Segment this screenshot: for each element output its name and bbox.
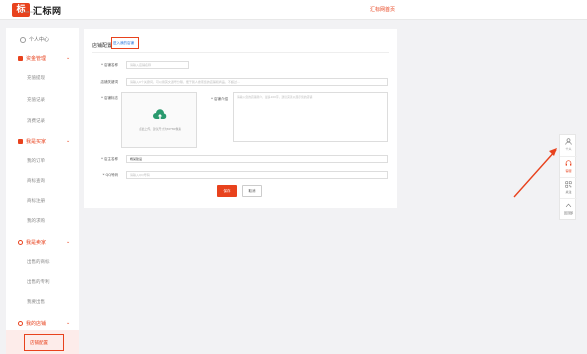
sidebar-group-label: 资金管理 (26, 56, 47, 62)
cart-icon (18, 139, 23, 144)
float-item-service[interactable]: 客服 (560, 156, 577, 177)
person-icon (565, 138, 572, 145)
shop-name-input[interactable]: 请输入店铺名称 (126, 61, 189, 69)
sidebar-group-shop[interactable]: 我的店铺 (18, 320, 46, 327)
shop-logo-label: * 店铺标志 (101, 96, 118, 100)
shop-intro-label: * 店铺介绍 (211, 97, 228, 101)
upload-hint: 点此上传，建议尺寸为80*80像素 (138, 127, 182, 131)
sidebar-group-label: 我是卖家 (26, 240, 47, 246)
right-float-toolbar: 个人 客服 关注 回顶部 (559, 134, 577, 220)
qrcode-icon (565, 181, 572, 188)
sidebar-item-sell[interactable]: 我要出售 (27, 299, 45, 305)
float-item-personal[interactable]: 个人 (560, 135, 577, 156)
sidebar-personal-label: 个人中心 (29, 37, 50, 43)
logo-upload-area[interactable]: 点此上传，建议尺寸为80*80像素 (121, 92, 197, 148)
sidebar-item-consume-record[interactable]: 消费记录 (27, 118, 45, 124)
float-label: 个人 (565, 147, 572, 151)
home-link[interactable]: 汇标网首页 (370, 6, 395, 13)
float-label: 关注 (565, 190, 572, 194)
chevron-down-icon[interactable]: ⌄ (66, 320, 70, 326)
arrow-up-icon (565, 203, 572, 208)
sidebar-item-my-wanted[interactable]: 我的求购 (27, 218, 45, 224)
sidebar-item-trademark-search[interactable]: 商标查询 (27, 178, 45, 184)
sidebar-item-recharge-record[interactable]: 充值记录 (27, 97, 45, 103)
headset-icon (565, 160, 572, 166)
sidebar-group-seller[interactable]: 我是卖家 (18, 239, 46, 246)
sidebar: 个人中心 资金管理 ⌄ 充值提现 充值记录 消费记录 我是买家 ⌄ 我的订单 商… (6, 28, 79, 354)
chevron-down-icon[interactable]: ⌄ (66, 55, 70, 61)
sidebar-item-recharge[interactable]: 充值提现 (27, 75, 45, 81)
qq-input[interactable]: 请输入QQ号码 (126, 171, 388, 179)
qq-label: * QQ号码 (102, 173, 118, 177)
float-item-follow[interactable]: 关注 (560, 177, 577, 198)
owner-name-input[interactable]: 杨某建设 (126, 155, 388, 163)
chevron-down-icon[interactable]: ⌄ (66, 239, 70, 245)
sidebar-item-sold-patents[interactable]: 出售的专利 (27, 279, 50, 285)
person-icon (18, 240, 23, 245)
sidebar-item-sold-trademarks[interactable]: 出售的商标 (27, 259, 50, 265)
shop-name-label: * 店铺名称 (101, 63, 118, 67)
sidebar-group-label: 我是买家 (26, 139, 47, 145)
sidebar-item-trademark-register[interactable]: 商标注册 (27, 198, 45, 204)
float-label: 客服 (565, 169, 572, 173)
enter-shop-link[interactable]: 进入我的店铺 (113, 41, 134, 46)
sidebar-item-shop-config[interactable]: 店铺配置 (30, 340, 48, 346)
save-button[interactable]: 保存 (217, 185, 237, 197)
logo[interactable]: 标 汇标网 (12, 3, 62, 17)
sidebar-item-my-orders[interactable]: 我的订单 (27, 158, 45, 164)
wallet-icon (18, 56, 23, 61)
owner-name-label: * 店主名称 (101, 157, 118, 161)
sidebar-group-label: 我的店铺 (26, 321, 47, 327)
shop-intro-textarea[interactable]: 请输入您的店铺简介，最多100字，建议完善以展示您的店铺 (233, 92, 388, 142)
seo-keywords-input[interactable]: 请输入0个关键词，可以用英文逗号分隔，便于别人搜索您的店铺和商品，不超过... (126, 78, 388, 86)
float-label: 回顶部 (563, 211, 573, 215)
person-icon (18, 321, 23, 326)
sidebar-personal-center[interactable]: 个人中心 (20, 36, 49, 43)
top-bar: 标 汇标网 HUIBIAO 汇标网首页 (0, 0, 587, 20)
cancel-button[interactable]: 取消 (242, 185, 262, 197)
seo-keywords-label: 店铺关键词 (100, 80, 119, 84)
sidebar-group-buyer[interactable]: 我是买家 (18, 138, 46, 145)
logo-subtitle: HUIBIAO (21, 10, 36, 14)
chevron-down-icon[interactable]: ⌄ (66, 138, 70, 144)
float-item-back-to-top[interactable]: 回顶部 (560, 198, 577, 219)
logo-text: 汇标网 (33, 6, 62, 17)
sidebar-group-funds[interactable]: 资金管理 (18, 55, 46, 62)
page-title: 店铺配置 (92, 43, 113, 49)
divider (92, 52, 389, 53)
upload-cloud-icon (153, 109, 167, 119)
user-icon (20, 36, 26, 43)
